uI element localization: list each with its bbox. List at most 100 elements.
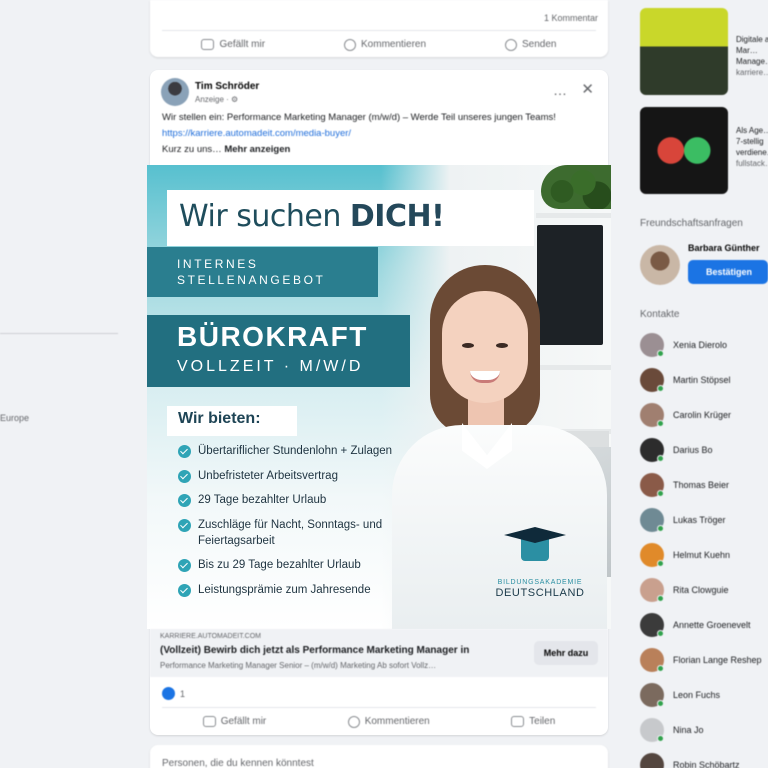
online-status-icon: [657, 455, 664, 462]
like-reaction-icon: [162, 687, 175, 700]
link-domain: KARRIERE.AUTOMADEIT.COM: [160, 633, 261, 640]
thumbs-up-icon: [202, 716, 216, 727]
online-status-icon: [657, 350, 664, 357]
benefit-text: Bis zu 29 Tage bezahlter Urlaub: [198, 559, 361, 571]
plant: [541, 165, 611, 209]
online-status-icon: [657, 665, 664, 672]
contact-name: Robin Schöbartz: [673, 760, 740, 768]
send-button[interactable]: Senden: [505, 38, 557, 51]
contact-item[interactable]: Helmut Kuehn: [640, 543, 768, 567]
contact-item[interactable]: Xenia Dierolo: [640, 333, 768, 357]
headline-part: Wir suchen: [179, 199, 350, 234]
post-link[interactable]: https://karriere.automadeit.com/media-bu…: [162, 126, 596, 142]
request-name[interactable]: Barbara Günther: [688, 243, 760, 253]
benefit-item: Leistungsprämie zum Jahresende: [178, 582, 478, 598]
online-status-icon: [657, 560, 664, 567]
benefits-list: Übertariflicher Stundenlohn + Zulagen Un…: [178, 443, 478, 606]
sponsored-caption-text: Als Age… 7-stellig verdiene…: [736, 126, 768, 157]
post-share-label: Teilen: [529, 716, 556, 727]
post-meta: Anzeige · ⚙: [195, 95, 239, 104]
sidebar-item-europe[interactable]: Europe: [0, 413, 29, 423]
sponsored-thumbnail[interactable]: [640, 8, 728, 95]
benefit-item: 29 Tage bezahlter Urlaub: [178, 492, 478, 508]
more-options-icon[interactable]: …: [553, 82, 568, 98]
contact-item[interactable]: Robin Schöbartz: [640, 753, 768, 768]
right-sidebar: Digitale als Mar… Manage… karriere… Als A…: [640, 0, 768, 768]
post-like-button[interactable]: Gefällt mir: [202, 716, 267, 727]
author-avatar[interactable]: [161, 78, 189, 106]
contact-item[interactable]: Rita Clowguie: [640, 578, 768, 602]
share-icon: [511, 716, 525, 727]
contact-name: Xenia Dierolo: [673, 340, 728, 350]
comment-label: Kommentieren: [361, 39, 427, 50]
contact-item[interactable]: Darius Bo: [640, 438, 768, 462]
link-title[interactable]: (Vollzeit) Bewirb dich jetzt als Perform…: [160, 645, 469, 656]
ad-headline: Wir suchen DICH!: [179, 199, 445, 234]
online-status-icon: [657, 490, 664, 497]
check-icon: [178, 518, 191, 532]
contact-name: Martin Stöpsel: [673, 375, 731, 385]
tag-line: INTERNES: [177, 257, 259, 271]
job-title: BÜROKRAFT: [177, 321, 368, 352]
learn-more-button[interactable]: Mehr dazu: [534, 641, 598, 665]
like-button[interactable]: Gefällt mir: [201, 39, 265, 50]
post-header: Tim Schröder Anzeige · ⚙ … ✕: [150, 70, 608, 110]
cap-board: [504, 527, 566, 543]
link-preview[interactable]: KARRIERE.AUTOMADEIT.COM (Vollzeit) Bewir…: [150, 629, 608, 677]
sponsored-caption[interactable]: Digitale als Mar… Manage… karriere…: [736, 34, 768, 78]
benefit-item: Übertariflicher Stundenlohn + Zulagen: [178, 443, 478, 459]
sponsored-caption-text: Digitale als Mar… Manage…: [736, 35, 768, 66]
contact-item[interactable]: Thomas Beier: [640, 473, 768, 497]
contact-name: Rita Clowguie: [673, 585, 729, 595]
post-comment-button[interactable]: Kommentieren: [347, 715, 430, 728]
post-like-label: Gefällt mir: [220, 716, 267, 727]
benefit-text: Übertariflicher Stundenlohn + Zulagen: [198, 445, 393, 457]
benefit-text: 29 Tage bezahlter Urlaub: [198, 494, 327, 506]
reaction-summary[interactable]: 1: [162, 687, 185, 700]
logo-line2: DEUTSCHLAND: [495, 587, 585, 599]
contact-item[interactable]: Nina Jo: [640, 718, 768, 742]
contact-item[interactable]: Carolin Krüger: [640, 403, 768, 427]
online-status-icon: [657, 735, 664, 742]
see-more-link[interactable]: Mehr anzeigen: [224, 144, 290, 155]
request-avatar[interactable]: [640, 245, 680, 285]
contact-name: Carolin Krüger: [673, 410, 732, 420]
confirm-request-button[interactable]: Bestätigen: [688, 260, 768, 284]
benefit-item: Unbefristeter Arbeitsvertrag: [178, 468, 478, 484]
comment-button[interactable]: Kommentieren: [344, 38, 427, 51]
contact-item[interactable]: Annette Groenevelt: [640, 613, 768, 637]
check-icon: [178, 559, 191, 572]
online-status-icon: [657, 630, 664, 637]
post-body: Wir stellen ein: Performance Marketing M…: [162, 112, 556, 123]
thumbs-up-icon: [201, 39, 215, 50]
contact-item[interactable]: Florian Lange Reshep: [640, 648, 768, 672]
sponsored-thumbnail[interactable]: [640, 107, 728, 194]
smile: [470, 371, 500, 383]
friend-requests-title: Freundschaftsanfragen: [640, 218, 743, 229]
send-label: Senden: [522, 39, 557, 50]
online-status-icon: [657, 700, 664, 707]
sponsored-caption[interactable]: Als Age… 7-stellig verdiene… fullstack…: [736, 125, 768, 169]
like-label: Gefällt mir: [219, 39, 266, 50]
online-status-icon: [657, 525, 664, 532]
sponsored-sub: karriere…: [736, 68, 768, 77]
online-status-icon: [657, 595, 664, 602]
offer-title: Wir bieten:: [178, 410, 261, 427]
post-text: Wir stellen ein: Performance Marketing M…: [150, 110, 608, 158]
benefit-item: Zuschläge für Nacht, Sonntags- und Feier…: [178, 517, 393, 549]
academy-logo: BILDUNGSAKADEMIE DEUTSCHLAND: [490, 523, 590, 603]
contact-item[interactable]: Martin Stöpsel: [640, 368, 768, 392]
contact-item[interactable]: Lukas Tröger: [640, 508, 768, 532]
ad-creative-image[interactable]: Wir suchen DICH! INTERNES STELLENANGEBOT…: [147, 165, 611, 629]
tag-line: STELLENANGEBOT: [177, 273, 326, 287]
contact-item[interactable]: Leon Fuchs: [640, 683, 768, 707]
comment-count[interactable]: 1 Kommentar: [544, 13, 598, 23]
close-icon[interactable]: ✕: [581, 80, 594, 98]
shelf: [536, 213, 611, 218]
contact-name: Thomas Beier: [673, 480, 730, 490]
online-status-icon: [657, 420, 664, 427]
post-share-button[interactable]: Teilen: [511, 716, 555, 727]
author-name[interactable]: Tim Schröder: [195, 81, 259, 92]
post-action-bar: Gefällt mir Kommentieren Teilen: [162, 707, 596, 735]
benefit-item: Bis zu 29 Tage bezahlter Urlaub: [178, 557, 478, 573]
